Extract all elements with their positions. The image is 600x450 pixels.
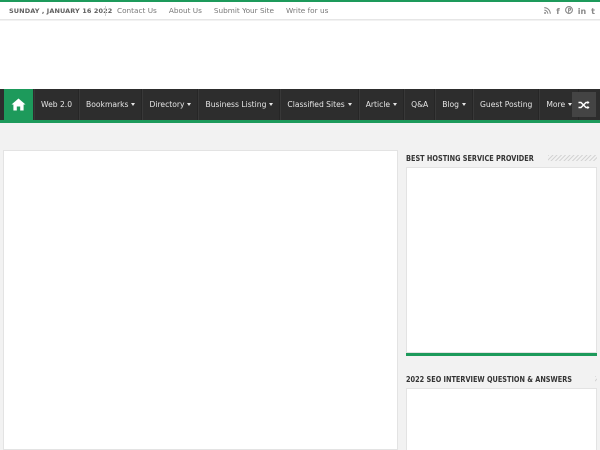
title-stripe-decoration xyxy=(595,376,597,382)
rss-icon[interactable] xyxy=(544,6,552,17)
nav-item-web-2[interactable]: Web 2.0 xyxy=(34,89,80,120)
nav-item-guest-posting[interactable]: Guest Posting xyxy=(473,89,540,120)
widget-hosting-content xyxy=(406,167,597,353)
nav-item-article[interactable]: Article xyxy=(358,89,405,120)
nav-item-directory[interactable]: Directory xyxy=(142,89,199,120)
tumblr-icon[interactable]: t xyxy=(591,7,595,17)
caret-down-icon xyxy=(347,103,352,106)
write-for-us-link[interactable]: Write for us xyxy=(286,6,328,15)
facebook-icon[interactable]: f xyxy=(556,7,559,17)
linkedin-icon[interactable]: in xyxy=(578,7,586,17)
widget-title-hosting: Best Hosting Service Provider xyxy=(406,152,597,164)
widget-bottom-accent xyxy=(406,353,597,356)
nav-bottom-accent xyxy=(0,120,600,123)
nav-menu: Web 2.0 Bookmarks Directory Business Lis… xyxy=(34,89,580,120)
shuffle-icon xyxy=(578,100,590,109)
nav-item-classified-sites[interactable]: Classified Sites xyxy=(280,89,359,120)
caret-down-icon xyxy=(131,103,136,106)
site-header xyxy=(0,21,600,89)
caret-down-icon xyxy=(269,103,274,106)
pinterest-icon[interactable] xyxy=(564,6,573,17)
top-bar-divider xyxy=(105,6,106,16)
main-content-area xyxy=(3,150,398,450)
caret-down-icon xyxy=(462,103,466,106)
nav-item-business-listing[interactable]: Business Listing xyxy=(198,89,281,120)
contact-us-link[interactable]: Contact Us xyxy=(117,6,157,15)
widget-seo-content xyxy=(406,388,597,450)
caret-down-icon xyxy=(187,103,192,106)
main-navigation: Web 2.0 Bookmarks Directory Business Lis… xyxy=(0,89,600,120)
random-article-button[interactable] xyxy=(572,92,596,117)
submit-your-site-link[interactable]: Submit Your Site xyxy=(214,6,274,15)
title-stripe-decoration xyxy=(547,155,597,161)
home-icon xyxy=(11,98,26,111)
nav-item-qa[interactable]: Q&A xyxy=(404,89,436,120)
social-icons: f in t xyxy=(544,6,595,17)
top-links: Contact Us About Us Submit Your Site Wri… xyxy=(117,6,328,15)
about-us-link[interactable]: About Us xyxy=(169,6,202,15)
home-button[interactable] xyxy=(4,89,33,120)
nav-item-bookmarks[interactable]: Bookmarks xyxy=(79,89,143,120)
caret-down-icon xyxy=(393,103,398,106)
widget-title-seo-interview: 2022 SEO Interview Question & Answers xyxy=(406,373,597,385)
current-date: SUNDAY , JANUARY 16 2022 xyxy=(9,7,113,15)
top-bar: SUNDAY , JANUARY 16 2022 Contact Us Abou… xyxy=(0,2,600,20)
nav-item-blog[interactable]: Blog xyxy=(435,89,473,120)
